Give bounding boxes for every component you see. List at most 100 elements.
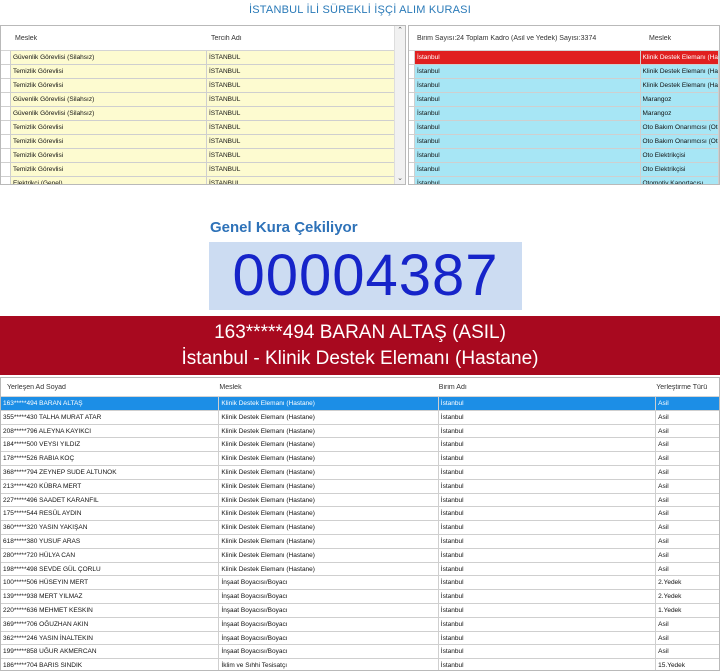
table-row[interactable]: 198*****498 SEVDE GÜL ÇORLU Klinik Destek… (1, 562, 719, 577)
scroll-down-icon[interactable]: ⌄ (395, 174, 405, 184)
table-row[interactable]: Temizlik Görevlisi İSTANBUL (1, 163, 405, 177)
header-meslek[interactable]: Meslek (219, 384, 438, 391)
table-cell: İSTANBUL (207, 177, 395, 184)
winner-name: 163*****494 BARAN ALTAŞ (ASIL) (214, 322, 506, 343)
draw-status-label: Genel Kura Çekiliyor (210, 219, 358, 236)
table-row[interactable]: 368*****794 ZEYNEP SUDE ALTUNOK Klinik De… (1, 465, 719, 480)
table-cell: 360*****320 YASIN YAKIŞAN (1, 521, 220, 534)
table-row[interactable]: 227*****496 SAADET KARANFIL Klinik Destek… (1, 493, 719, 508)
table-row[interactable]: Elektrikçi (Genel) İSTANBUL (1, 177, 405, 184)
table-cell: Güvenlik Görevlisi (Silahsız) (11, 93, 207, 106)
table-row[interactable]: 618*****380 YUSUF ARAS Klinik Destek Elem… (1, 534, 719, 549)
table-cell: İstanbul (439, 645, 657, 659)
table-cell: 186*****704 BARIS SINDIK (1, 659, 220, 670)
table-cell: Marangoz (641, 93, 719, 106)
table-row[interactable]: İstanbulKlinik Destek Elemanı (Hastane) (409, 51, 719, 65)
table-row[interactable]: 184*****500 VEYSI YILDIZ Klinik Destek El… (1, 438, 719, 453)
table-cell: Klinik Destek Elemanı (Hastane) (219, 493, 439, 507)
table-cell: 199*****858 UĞUR AKMERCAN (1, 645, 220, 659)
table-row[interactable]: Güvenlik Görevlisi (Silahsız) İSTANBUL (1, 93, 405, 107)
header-tercih-adi[interactable]: Tercih Adı (211, 35, 391, 42)
table-cell: Asil (658, 510, 669, 518)
table-cell: İstanbul (415, 93, 641, 106)
table-row[interactable]: 280*****720 HÜLYA CAN Klinik Destek Elema… (1, 548, 719, 563)
table-cell: Oto Elektrikçisi (641, 149, 719, 162)
table-cell: Klinik Destek Elemanı (Hastane) (219, 397, 439, 410)
table-cell: Asil (658, 620, 669, 628)
table-cell: Klinik Destek Elemanı (Hastane) (219, 534, 439, 548)
table-row[interactable]: 186*****704 BARIS SINDIK İklim ve Sıhhi T… (1, 659, 719, 670)
table-cell: Asil (658, 537, 669, 545)
table-row[interactable]: 355*****430 TALHA MURAT ATAR Klinik Deste… (1, 410, 719, 425)
table-row[interactable]: 369*****706 OĞUZHAN AKIN İnşaat Boyacısı/… (1, 617, 719, 632)
table-cell: İstanbul (415, 51, 641, 64)
table-cell: Asil (658, 427, 669, 435)
unit-grid[interactable]: Birim Sayısı:24 Toplam Kadro (Asil ve Ye… (408, 25, 720, 185)
table-cell: Otomotiv Kaportacısı (641, 177, 719, 184)
table-cell: İstanbul (439, 631, 657, 645)
table-row[interactable]: Temizlik Görevlisi İSTANBUL (1, 79, 405, 93)
table-row[interactable]: 360*****320 YASIN YAKIŞAN Klinik Destek E… (1, 521, 719, 535)
table-row[interactable]: Temizlik Görevlisi İSTANBUL (1, 65, 405, 79)
table-row[interactable]: 362*****246 YASIN İNALTEKIN İnşaat Boyacı… (1, 631, 719, 646)
table-cell: İnşaat Boyacısı/Boyacı (219, 617, 439, 631)
table-cell: Asil (658, 413, 669, 421)
table-row[interactable]: 139*****938 MERT YILMAZ İnşaat Boyacısı/B… (1, 590, 719, 604)
vertical-scrollbar[interactable]: ⌃ ⌄ (394, 26, 405, 184)
row-indicator (1, 51, 11, 64)
table-row[interactable]: İstanbul Oto Bakım Onarımcısı (Oto) (409, 121, 719, 135)
scroll-up-icon[interactable]: ⌃ (395, 26, 405, 36)
table-row[interactable]: 100*****506 HÜSEYIN MERT İnşaat Boyacısı/… (1, 576, 719, 591)
table-row[interactable]: 213*****420 KÜBRA MERT Klinik Destek Elem… (1, 479, 719, 494)
table-row[interactable]: İstanbul Marangoz (409, 93, 719, 107)
table-cell: İstanbul (415, 107, 641, 120)
table-cell: 178*****526 RABIA KOÇ (1, 452, 220, 465)
table-row[interactable]: 178*****526 RABIA KOÇ Klinik Destek Elema… (1, 452, 719, 466)
table-cell: İSTANBUL (207, 93, 395, 106)
table-row[interactable]: İstanbul Marangoz (409, 107, 719, 121)
table-cell: İstanbul (439, 507, 657, 521)
placement-grid[interactable]: Yerleşen Ad Soyad Meslek Birim Adı Yerle… (0, 377, 720, 671)
table-row[interactable]: 163*****494 BARAN ALTAŞ Klinik Destek Ele… (1, 397, 719, 411)
table-cell: Klinik Destek Elemanı (Hastane) (219, 548, 439, 562)
header-meslek[interactable]: Meslek (649, 35, 719, 42)
table-cell: 2.Yedek (658, 579, 682, 587)
table-cell: Temizlik Görevlisi (11, 149, 207, 162)
table-cell: 368*****794 ZEYNEP SUDE ALTUNOK (1, 465, 220, 479)
table-row[interactable]: 199*****858 UĞUR AKMERCAN İnşaat Boyacısı… (1, 645, 719, 660)
table-row[interactable]: Temizlik Görevlisi İSTANBUL (1, 121, 405, 135)
table-row[interactable]: İstanbul Oto Bakım Onarımcısı (Oto) (409, 135, 719, 149)
table-cell: Asil (658, 482, 669, 490)
header-birim-sayisi[interactable]: Birim Sayısı:24 Toplam Kadro (Asil ve Ye… (417, 35, 649, 42)
header-meslek[interactable]: Meslek (15, 35, 211, 42)
window-title: İSTANBUL İLİ SÜREKLİ İŞÇİ ALIM KURASI (249, 4, 471, 16)
table-row[interactable]: İstanbul Oto Elektrikçisi (409, 149, 719, 163)
table-row[interactable]: İstanbul Oto Elektrikçisi (409, 163, 719, 177)
table-row[interactable]: Temizlik Görevlisi İSTANBUL (1, 135, 405, 149)
header-birim-adi[interactable]: Birim Adı (439, 384, 656, 391)
table-row[interactable]: Güvenlik Görevlisi (Silahsız) İSTANBUL (1, 51, 405, 65)
table-row[interactable]: 220*****636 MEHMET KESKIN İnşaat Boyacısı… (1, 603, 719, 618)
header-yerlestirme-turu[interactable]: Yerleştirme Türü (656, 384, 719, 391)
table-cell: 280*****720 HÜLYA CAN (1, 548, 220, 562)
table-row[interactable]: Temizlik Görevlisi İSTANBUL (1, 149, 405, 163)
table-cell: 184*****500 VEYSI YILDIZ (1, 438, 220, 452)
table-row[interactable]: İstanbulKlinik Destek Elemanı (Hastane) (409, 65, 719, 79)
table-row[interactable]: İstanbul Otomotiv Kaportacısı (409, 177, 719, 184)
draw-number: 00004387 (232, 243, 499, 308)
table-cell: Temizlik Görevlisi (11, 135, 207, 148)
occupation-grid[interactable]: Meslek Tercih Adı Güvenlik Görevlisi (Si… (0, 25, 406, 185)
table-cell: Asil (658, 455, 669, 463)
table-cell: 220*****636 MEHMET KESKIN (1, 603, 220, 617)
row-indicator (1, 135, 11, 148)
table-row[interactable]: 208*****796 ALEYNA KAYIKCI Klinik Destek … (1, 424, 719, 439)
table-cell: 175*****544 RESÜL AYDIN (1, 507, 220, 521)
table-cell: İnşaat Boyacısı/Boyacı (219, 645, 439, 659)
table-cell: İstanbul (415, 135, 641, 148)
header-yerlesen[interactable]: Yerleşen Ad Soyad (1, 384, 219, 391)
row-indicator (1, 149, 11, 162)
table-row[interactable]: 175*****544 RESÜL AYDIN Klinik Destek Ele… (1, 507, 719, 522)
table-row[interactable]: Güvenlik Görevlisi (Silahsız) İSTANBUL (1, 107, 405, 121)
table-row[interactable]: İstanbulKlinik Destek Elemanı (Hastane) (409, 79, 719, 93)
table-cell: İstanbul (439, 576, 657, 590)
